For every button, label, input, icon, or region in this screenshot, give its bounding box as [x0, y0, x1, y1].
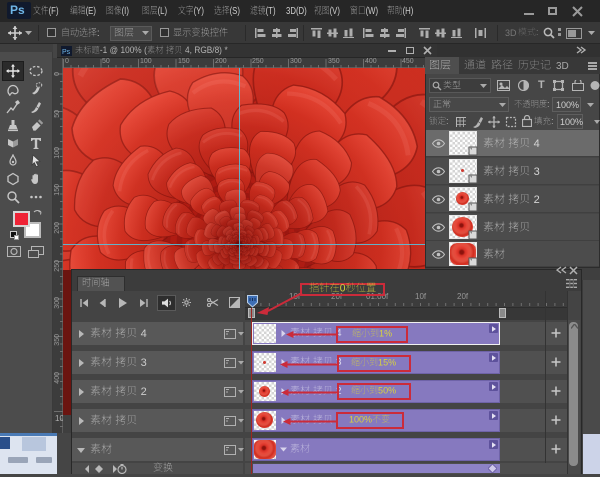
svg-text:*: *: [225, 45, 229, 55]
svg-text:2: 2: [534, 194, 540, 206]
svg-text:2: 2: [141, 386, 147, 398]
svg-text:-1: -1: [100, 45, 108, 55]
svg-text:100%: 100%: [349, 414, 372, 424]
svg-text::: :: [97, 28, 99, 40]
svg-text:(: (: [144, 45, 147, 55]
svg-text:4: 4: [534, 138, 540, 150]
svg-text::: :: [446, 116, 448, 126]
svg-text:15%: 15%: [378, 357, 396, 367]
svg-text:(F): (F): [49, 5, 59, 16]
svg-text:(E): (E): [86, 5, 96, 16]
svg-text:0: 0: [340, 282, 346, 294]
svg-text:RGB/8): RGB/8): [194, 45, 222, 55]
svg-text:50%: 50%: [378, 385, 396, 395]
svg-text:4: 4: [141, 328, 147, 340]
svg-text:3: 3: [141, 357, 147, 369]
svg-text::: :: [536, 27, 539, 37]
svg-text:3: 3: [534, 166, 540, 178]
svg-text:(V): (V): [330, 5, 340, 16]
svg-text:(S): (S): [230, 5, 240, 16]
svg-text:4,: 4,: [185, 45, 192, 55]
svg-text:(T): (T): [266, 5, 276, 16]
svg-text:1%: 1%: [379, 328, 392, 338]
svg-text:(Y): (Y): [194, 5, 204, 16]
svg-text:(I): (I): [122, 5, 129, 16]
svg-text:Ps: Ps: [62, 49, 71, 56]
svg-text::: :: [551, 116, 553, 126]
svg-text::: :: [547, 99, 549, 109]
svg-text:(W): (W): [366, 5, 379, 16]
svg-text:3D(D): 3D(D): [286, 5, 307, 16]
svg-text:@: @: [110, 45, 119, 55]
svg-text:100%: 100%: [121, 45, 142, 55]
svg-text:(H): (H): [403, 5, 414, 16]
svg-text:(L): (L): [158, 5, 168, 16]
